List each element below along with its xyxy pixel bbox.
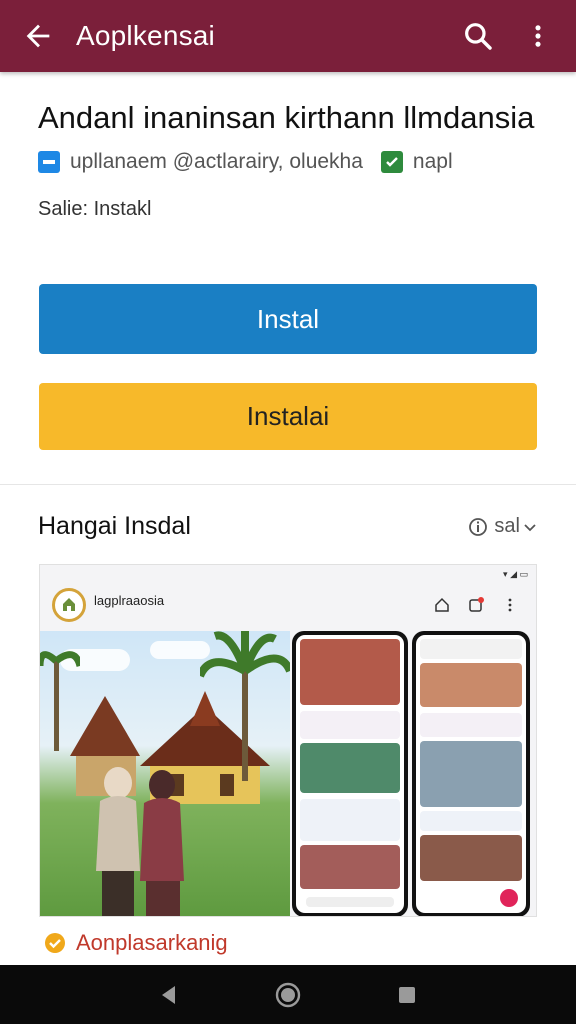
developer-name[interactable]: upllanaem @actlarairy, oluekha [70, 150, 363, 174]
nav-home-icon[interactable] [275, 982, 301, 1008]
app-screenshot-preview[interactable]: ▾ ◢ ▭ lagplraaosia [39, 564, 537, 917]
secondary-install-button[interactable]: Instalai [39, 383, 537, 450]
section-title: Hangai Insdal [38, 512, 191, 540]
search-icon [465, 23, 492, 50]
info-icon [469, 517, 488, 536]
village-photo [40, 631, 290, 916]
caption-text: Aonplasarkanig [76, 930, 228, 955]
install-button[interactable]: Instal [39, 284, 537, 354]
app-header: Andanl inaninsan kirthann llmdansia upll… [38, 100, 538, 221]
phone-mockup-left [292, 631, 408, 916]
preview-logo-icon [52, 588, 86, 622]
nav-recents-icon[interactable] [396, 984, 418, 1006]
more-vert-icon [535, 25, 541, 47]
chevron-down-icon [524, 523, 536, 531]
section-header: Hangai Insdal sal [38, 512, 538, 541]
developer-badge-icon [38, 151, 60, 173]
home-icon [435, 597, 449, 612]
search-button[interactable] [448, 0, 508, 72]
divider [0, 484, 576, 485]
preview-app-bar: lagplraaosia [40, 579, 536, 631]
notification-icon [469, 597, 484, 612]
verified-icon [45, 933, 65, 953]
app-name: Andanl inaninsan kirthann llmdansia [38, 100, 535, 135]
system-nav-bar [0, 965, 576, 1024]
more-options-button[interactable] [508, 0, 568, 72]
install-status: Salie: Instakl [38, 198, 152, 220]
preview-caption[interactable]: Aonplasarkanig [44, 930, 228, 956]
arrow-back-icon [26, 24, 50, 48]
app-meta: upllanaem @actlarairy, oluekha napl [38, 150, 538, 174]
section-expand-button[interactable]: sal [468, 515, 538, 538]
phone-mockup-right [412, 631, 530, 916]
app-bar: Aoplkensai [0, 0, 576, 72]
back-button[interactable] [6, 0, 70, 72]
preview-toolbar [434, 597, 518, 613]
check-badge-icon [380, 151, 403, 173]
app-tag: napl [412, 150, 453, 173]
more-vert-icon [508, 598, 512, 612]
app-bar-title: Aoplkensai [76, 20, 215, 51]
preview-app-label: lagplraaosia [94, 592, 165, 608]
nav-back-icon[interactable] [158, 984, 180, 1006]
section-action-label: sal [494, 515, 520, 537]
